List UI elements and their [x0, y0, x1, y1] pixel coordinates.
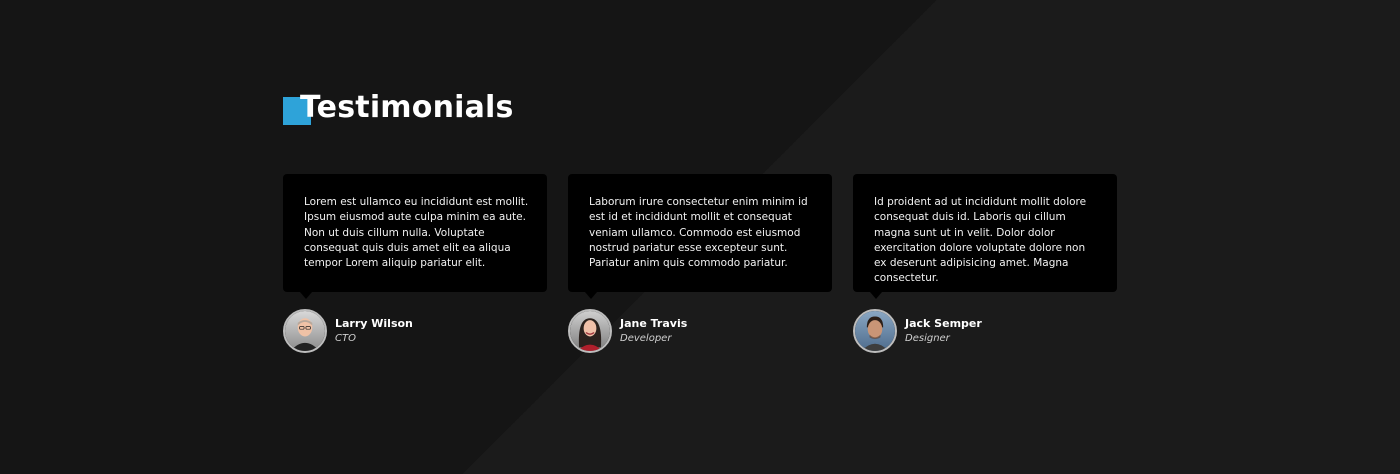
- author-meta: Larry Wilson CTO: [335, 316, 413, 346]
- testimonial-bubble: Id proident ad ut incididunt mollit dolo…: [853, 174, 1117, 299]
- avatar: [283, 309, 327, 353]
- testimonial-list: Lorem est ullamco eu incididunt est moll…: [283, 174, 1118, 353]
- testimonial-author: Larry Wilson CTO: [283, 309, 547, 353]
- author-meta: Jack Semper Designer: [905, 316, 982, 346]
- avatar: [568, 309, 612, 353]
- author-name: Jane Travis: [620, 317, 688, 330]
- testimonial-quote: Id proident ad ut incididunt mollit dolo…: [874, 196, 1087, 285]
- testimonial-card: Lorem est ullamco eu incididunt est moll…: [283, 174, 547, 353]
- testimonial-bubble: Lorem est ullamco eu incididunt est moll…: [283, 174, 547, 299]
- testimonial-card: Laborum irure consectetur enim minim id …: [568, 174, 832, 353]
- author-meta: Jane Travis Developer: [620, 316, 687, 346]
- section-header: Testimonials: [283, 82, 1118, 130]
- author-role: Designer: [905, 333, 950, 344]
- author-name: Jack Semper: [905, 317, 982, 330]
- testimonial-author: Jane Travis Developer: [568, 309, 832, 353]
- testimonial-bubble: Laborum irure consectetur enim minim id …: [568, 174, 832, 299]
- testimonial-quote: Lorem est ullamco eu incididunt est moll…: [304, 196, 529, 270]
- section-title: Testimonials: [300, 90, 514, 125]
- author-role: CTO: [335, 333, 356, 344]
- testimonial-card: Id proident ad ut incididunt mollit dolo…: [853, 174, 1117, 353]
- testimonials-section: Testimonials Lorem est ullamco eu incidi…: [283, 82, 1118, 353]
- avatar: [853, 309, 897, 353]
- author-name: Larry Wilson: [335, 317, 413, 330]
- author-role: Developer: [620, 333, 672, 344]
- testimonial-author: Jack Semper Designer: [853, 309, 1117, 353]
- testimonial-quote: Laborum irure consectetur enim minim id …: [589, 196, 808, 270]
